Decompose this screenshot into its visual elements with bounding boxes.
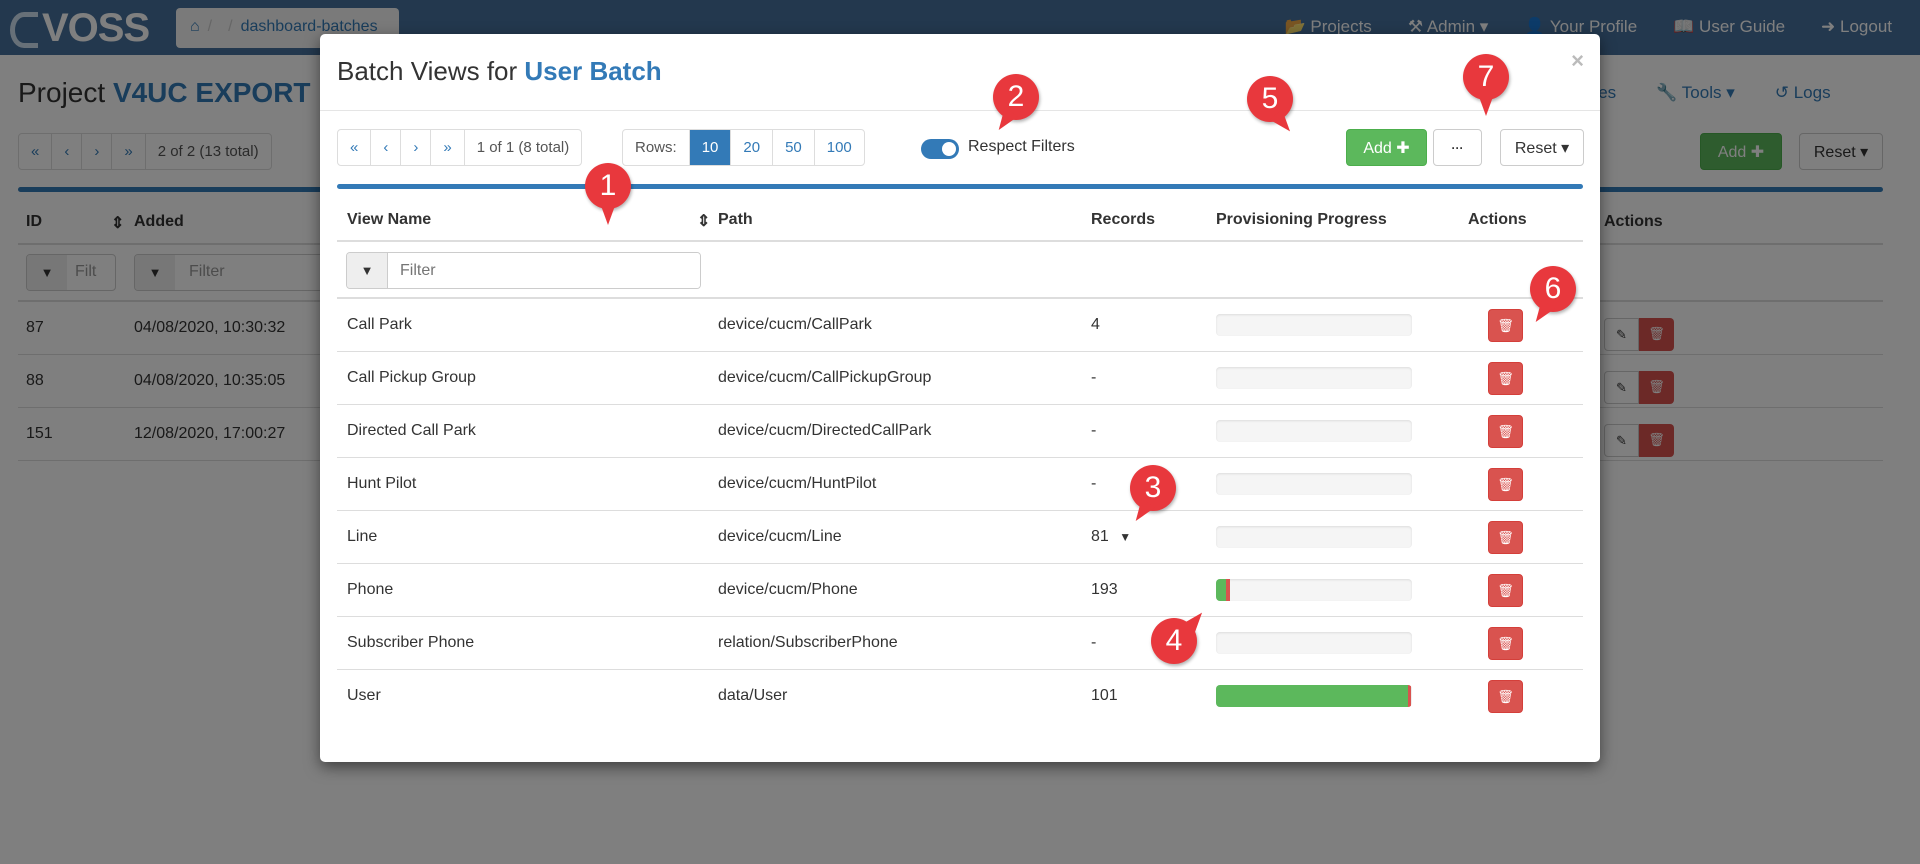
modal-title: Batch Views for User Batch [337, 56, 662, 86]
records-count: 4 [1091, 316, 1100, 333]
trash-icon: 🗑 [1497, 477, 1514, 492]
view-name: Call Park [347, 316, 412, 333]
progress-failed [1225, 579, 1230, 601]
records-count: 81 ▼ [1091, 528, 1132, 545]
pagination: « ‹ › » 1 of 1 (8 total) [337, 129, 583, 166]
rows-100[interactable]: 100 [813, 130, 864, 165]
rows-10[interactable]: 10 [688, 130, 731, 165]
provisioning-progress [1216, 367, 1412, 389]
view-name: Directed Call Park [347, 422, 476, 439]
trash-icon: 🗑 [1497, 636, 1514, 651]
rows-20[interactable]: 20 [730, 130, 772, 165]
col-records: Records [1091, 211, 1156, 228]
first-page-button[interactable]: « [338, 130, 370, 165]
page-info: 1 of 1 (8 total) [463, 130, 582, 165]
annotation-marker: 2 [993, 74, 1039, 120]
delete-button[interactable]: 🗑 [1488, 468, 1523, 501]
annotation-marker: 7 [1463, 54, 1509, 116]
provisioning-progress [1216, 420, 1412, 442]
provisioning-progress [1216, 632, 1412, 654]
table-row[interactable]: Call Park device/cucm/CallPark 4 🗑 [337, 298, 1583, 351]
view-name: Hunt Pilot [347, 475, 417, 492]
table-row[interactable]: Phone device/cucm/Phone 193 🗑 [337, 563, 1583, 616]
rows-50[interactable]: 50 [772, 130, 814, 165]
view-path: device/cucm/CallPickupGroup [718, 369, 932, 386]
view-path: device/cucm/DirectedCallPark [718, 422, 932, 439]
filter-icon: ▼ [347, 253, 388, 288]
annotation-marker: 4 [1151, 618, 1197, 664]
records-count: - [1091, 369, 1097, 386]
records-count: 101 [1091, 687, 1118, 704]
filter-icon: ▼ [1119, 530, 1132, 544]
progress-failed [1408, 685, 1412, 707]
sort-icon[interactable]: ⇕ [697, 211, 710, 231]
provisioning-progress [1216, 526, 1412, 548]
view-path: device/cucm/HuntPilot [718, 475, 877, 492]
records-count: 193 [1091, 581, 1118, 598]
provisioning-progress [1216, 579, 1412, 601]
batch-views-modal: Batch Views for User Batch × « ‹ › » 1 o… [320, 34, 1600, 762]
provisioning-progress [1216, 473, 1412, 495]
annotation-marker: 6 [1530, 266, 1576, 312]
delete-button[interactable]: 🗑 [1488, 627, 1523, 660]
view-name-filter[interactable]: ▼ [346, 252, 701, 289]
annotation-marker: 5 [1247, 76, 1293, 122]
trash-icon: 🗑 [1497, 530, 1514, 545]
rows-per-page: Rows: 10 20 50 100 [622, 129, 865, 166]
rows-label: Rows: [635, 139, 677, 156]
delete-button[interactable]: 🗑 [1488, 362, 1523, 395]
col-view-name[interactable]: View Name [347, 211, 431, 229]
view-name: User [347, 687, 381, 704]
delete-button[interactable]: 🗑 [1488, 680, 1523, 713]
records-count: - [1091, 422, 1097, 439]
add-button[interactable]: Add ✚ [1346, 129, 1427, 166]
view-name: Subscriber Phone [347, 634, 475, 651]
progress-success [1216, 685, 1409, 707]
delete-button[interactable]: 🗑 [1488, 521, 1523, 554]
table-row[interactable]: Call Pickup Group device/cucm/CallPickup… [337, 351, 1583, 404]
delete-button[interactable]: 🗑 [1488, 415, 1523, 448]
progress-success [1216, 579, 1226, 601]
table-row[interactable]: Subscriber Phone relation/SubscriberPhon… [337, 616, 1583, 669]
respect-filters-toggle[interactable] [921, 139, 959, 159]
view-path: relation/SubscriberPhone [718, 634, 898, 651]
col-path[interactable]: Path [718, 211, 753, 229]
records-count: - [1091, 475, 1097, 492]
delete-button[interactable]: 🗑 [1488, 574, 1523, 607]
view-path: device/cucm/Phone [718, 581, 858, 598]
col-provisioning-progress: Provisioning Progress [1216, 211, 1387, 228]
col-actions: Actions [1468, 211, 1527, 228]
view-path: device/cucm/Line [718, 528, 842, 545]
records-count: - [1091, 634, 1097, 651]
delete-button[interactable]: 🗑 [1488, 309, 1523, 342]
prev-page-button[interactable]: ‹ [370, 130, 400, 165]
trash-icon: 🗑 [1497, 583, 1514, 598]
respect-filters-label: Respect Filters [968, 138, 1075, 155]
view-name: Line [347, 528, 378, 545]
table-row[interactable]: User data/User 101 🗑 [337, 669, 1583, 722]
loading-bar [337, 184, 1583, 189]
trash-icon: 🗑 [1497, 371, 1514, 386]
annotation-marker: 3 [1130, 465, 1176, 511]
table-row[interactable]: Hunt Pilot device/cucm/HuntPilot - 🗑 [337, 457, 1583, 510]
provisioning-progress [1216, 314, 1412, 336]
table-row[interactable]: Line device/cucm/Line 81 ▼ 🗑 [337, 510, 1583, 563]
view-name: Phone [347, 581, 394, 598]
trash-icon: 🗑 [1497, 689, 1514, 704]
reset-button[interactable]: Reset ▾ [1500, 129, 1584, 166]
next-page-button[interactable]: › [400, 130, 430, 165]
trash-icon: 🗑 [1497, 424, 1514, 439]
view-path: device/cucm/CallPark [718, 316, 872, 333]
view-name: Call Pickup Group [347, 369, 476, 386]
trash-icon: 🗑 [1497, 318, 1514, 333]
view-path: data/User [718, 687, 788, 704]
filter-input[interactable] [388, 253, 700, 288]
last-page-button[interactable]: » [430, 130, 463, 165]
close-button[interactable]: × [1571, 48, 1584, 74]
provisioning-progress [1216, 685, 1412, 707]
table-row[interactable]: Directed Call Park device/cucm/DirectedC… [337, 404, 1583, 457]
more-button[interactable]: ··· [1433, 129, 1482, 166]
annotation-marker: 1 [585, 163, 631, 225]
